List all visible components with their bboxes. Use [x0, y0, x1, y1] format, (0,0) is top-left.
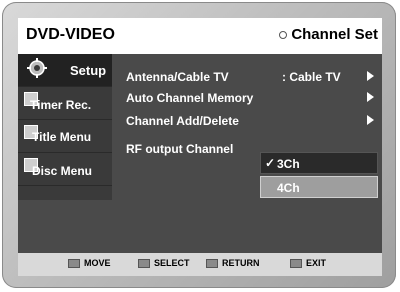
exit-icon	[290, 258, 302, 268]
sidebar-item-disc-menu[interactable]: Disc Menu	[18, 153, 112, 186]
select-icon	[138, 258, 150, 268]
sidebar: Setup Timer Rec. Title Menu Disc Menu	[18, 54, 112, 200]
menu-item-auto-channel[interactable]: Auto Channel Memory	[126, 91, 253, 105]
footer-return: RETURN	[206, 258, 260, 268]
section-label: Channel Set	[291, 26, 378, 43]
menu-panel: Antenna/Cable TV : Cable TV Auto Channel…	[112, 54, 382, 200]
chevron-right-icon	[367, 71, 374, 81]
section-title: Channel Set	[279, 26, 378, 43]
footer-select: SELECT	[138, 258, 190, 268]
rf-option-3ch[interactable]: ✓ 3Ch	[260, 152, 378, 174]
footer-bar: MOVE SELECT RETURN EXIT	[18, 253, 382, 276]
footer-return-label: RETURN	[222, 258, 260, 268]
move-icon	[68, 258, 80, 268]
sidebar-item-timer[interactable]: Timer Rec.	[18, 87, 112, 120]
chevron-right-icon	[367, 115, 374, 125]
sidebar-item-setup[interactable]: Setup	[18, 54, 112, 87]
footer-exit: EXIT	[290, 258, 326, 268]
sidebar-item-title-menu[interactable]: Title Menu	[18, 120, 112, 153]
rf-option-4ch[interactable]: 4Ch	[260, 176, 378, 198]
sidebar-item-label: Timer Rec.	[30, 98, 92, 112]
header-bar: DVD-VIDEO Channel Set	[18, 18, 382, 54]
sidebar-item-label: Setup	[70, 63, 107, 78]
menu-item-channel-add-delete[interactable]: Channel Add/Delete	[126, 114, 239, 128]
menu-item-antenna[interactable]: Antenna/Cable TV	[126, 70, 229, 84]
sidebar-item-label: Title Menu	[32, 130, 92, 144]
menu-item-rf-output[interactable]: RF output Channel	[126, 142, 233, 156]
page-title: DVD-VIDEO	[26, 26, 115, 43]
gear-icon	[27, 58, 47, 78]
return-icon	[206, 258, 218, 268]
footer-move: MOVE	[68, 258, 111, 268]
rf-option-label: 3Ch	[277, 157, 300, 171]
check-icon: ✓	[265, 156, 276, 170]
osd-screen: DVD-VIDEO Channel Set Setup Timer Rec. T…	[18, 18, 382, 276]
rf-option-label: 4Ch	[277, 181, 300, 195]
footer-exit-label: EXIT	[306, 258, 327, 268]
chevron-right-icon	[367, 92, 374, 102]
footer-select-label: SELECT	[154, 258, 190, 268]
footer-move-label: MOVE	[84, 258, 111, 268]
antenna-value: : Cable TV	[282, 70, 341, 84]
disc-icon	[279, 30, 288, 39]
sidebar-item-label: Disc Menu	[32, 164, 93, 178]
